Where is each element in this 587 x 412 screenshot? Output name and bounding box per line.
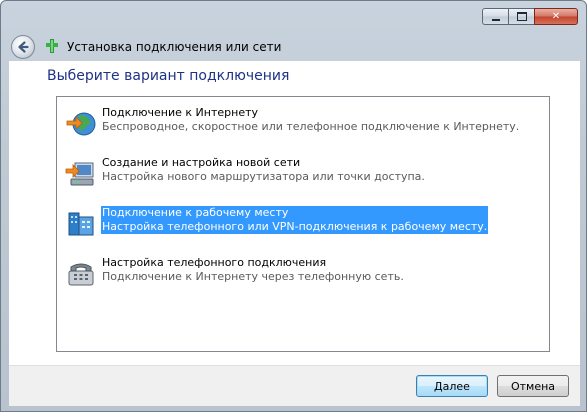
next-button[interactable]: Далее [416, 375, 488, 397]
content-area: Выберите вариант подключения Подключение… [9, 61, 580, 365]
back-arrow-icon [18, 41, 29, 53]
connection-options-list[interactable]: Подключение к Интернету Беспроводное, ск… [56, 96, 550, 352]
option-title: Настройка телефонного подключения [102, 256, 327, 269]
page-heading: Выберите вариант подключения [47, 68, 290, 84]
internet-globe-icon [66, 112, 96, 136]
workplace-icon [68, 212, 94, 236]
caption-buttons: ✕ [482, 8, 578, 25]
option-title: Подключение к рабочему месту [101, 206, 489, 220]
new-network-icon [65, 162, 94, 186]
minimize-icon [491, 18, 500, 21]
option-title: Создание и настройка новой сети [102, 156, 301, 169]
option-description: Настройка телефонного или VPN-подключени… [101, 220, 489, 234]
minimize-button[interactable] [482, 8, 508, 25]
cancel-button-label: Отмена [510, 379, 556, 393]
option-description: Подключение к Интернету через телефонную… [102, 270, 404, 283]
option-dialup[interactable]: Настройка телефонного подключения Подклю… [61, 255, 541, 291]
maximize-icon [516, 12, 527, 21]
next-button-label: Далее [434, 379, 470, 393]
maximize-button[interactable] [508, 8, 534, 25]
option-internet[interactable]: Подключение к Интернету Беспроводное, ск… [61, 105, 541, 141]
option-description: Настройка нового маршрутизатора или точк… [102, 170, 425, 183]
title-bar[interactable]: ✕ [1, 1, 586, 31]
option-title: Подключение к Интернету [102, 106, 259, 119]
dialog-title: Установка подключения или сети [67, 40, 282, 54]
close-button[interactable]: ✕ [534, 8, 578, 25]
option-description: Беспроводное, скоростное или телефонное … [102, 120, 520, 133]
dialog-window: ✕ Установка подключения или сети Выберит… [0, 0, 587, 412]
button-bar: Далее Отмена [9, 365, 580, 406]
option-workplace[interactable]: Подключение к рабочему месту Настройка т… [61, 205, 541, 241]
option-new-network[interactable]: Создание и настройка новой сети Настройк… [61, 155, 541, 191]
close-icon: ✕ [551, 10, 561, 22]
network-plug-icon [46, 39, 58, 53]
back-button[interactable] [11, 35, 35, 59]
cancel-button[interactable]: Отмена [497, 375, 569, 397]
navigation-bar: Установка подключения или сети [9, 31, 578, 61]
telephone-modem-icon [68, 263, 94, 286]
